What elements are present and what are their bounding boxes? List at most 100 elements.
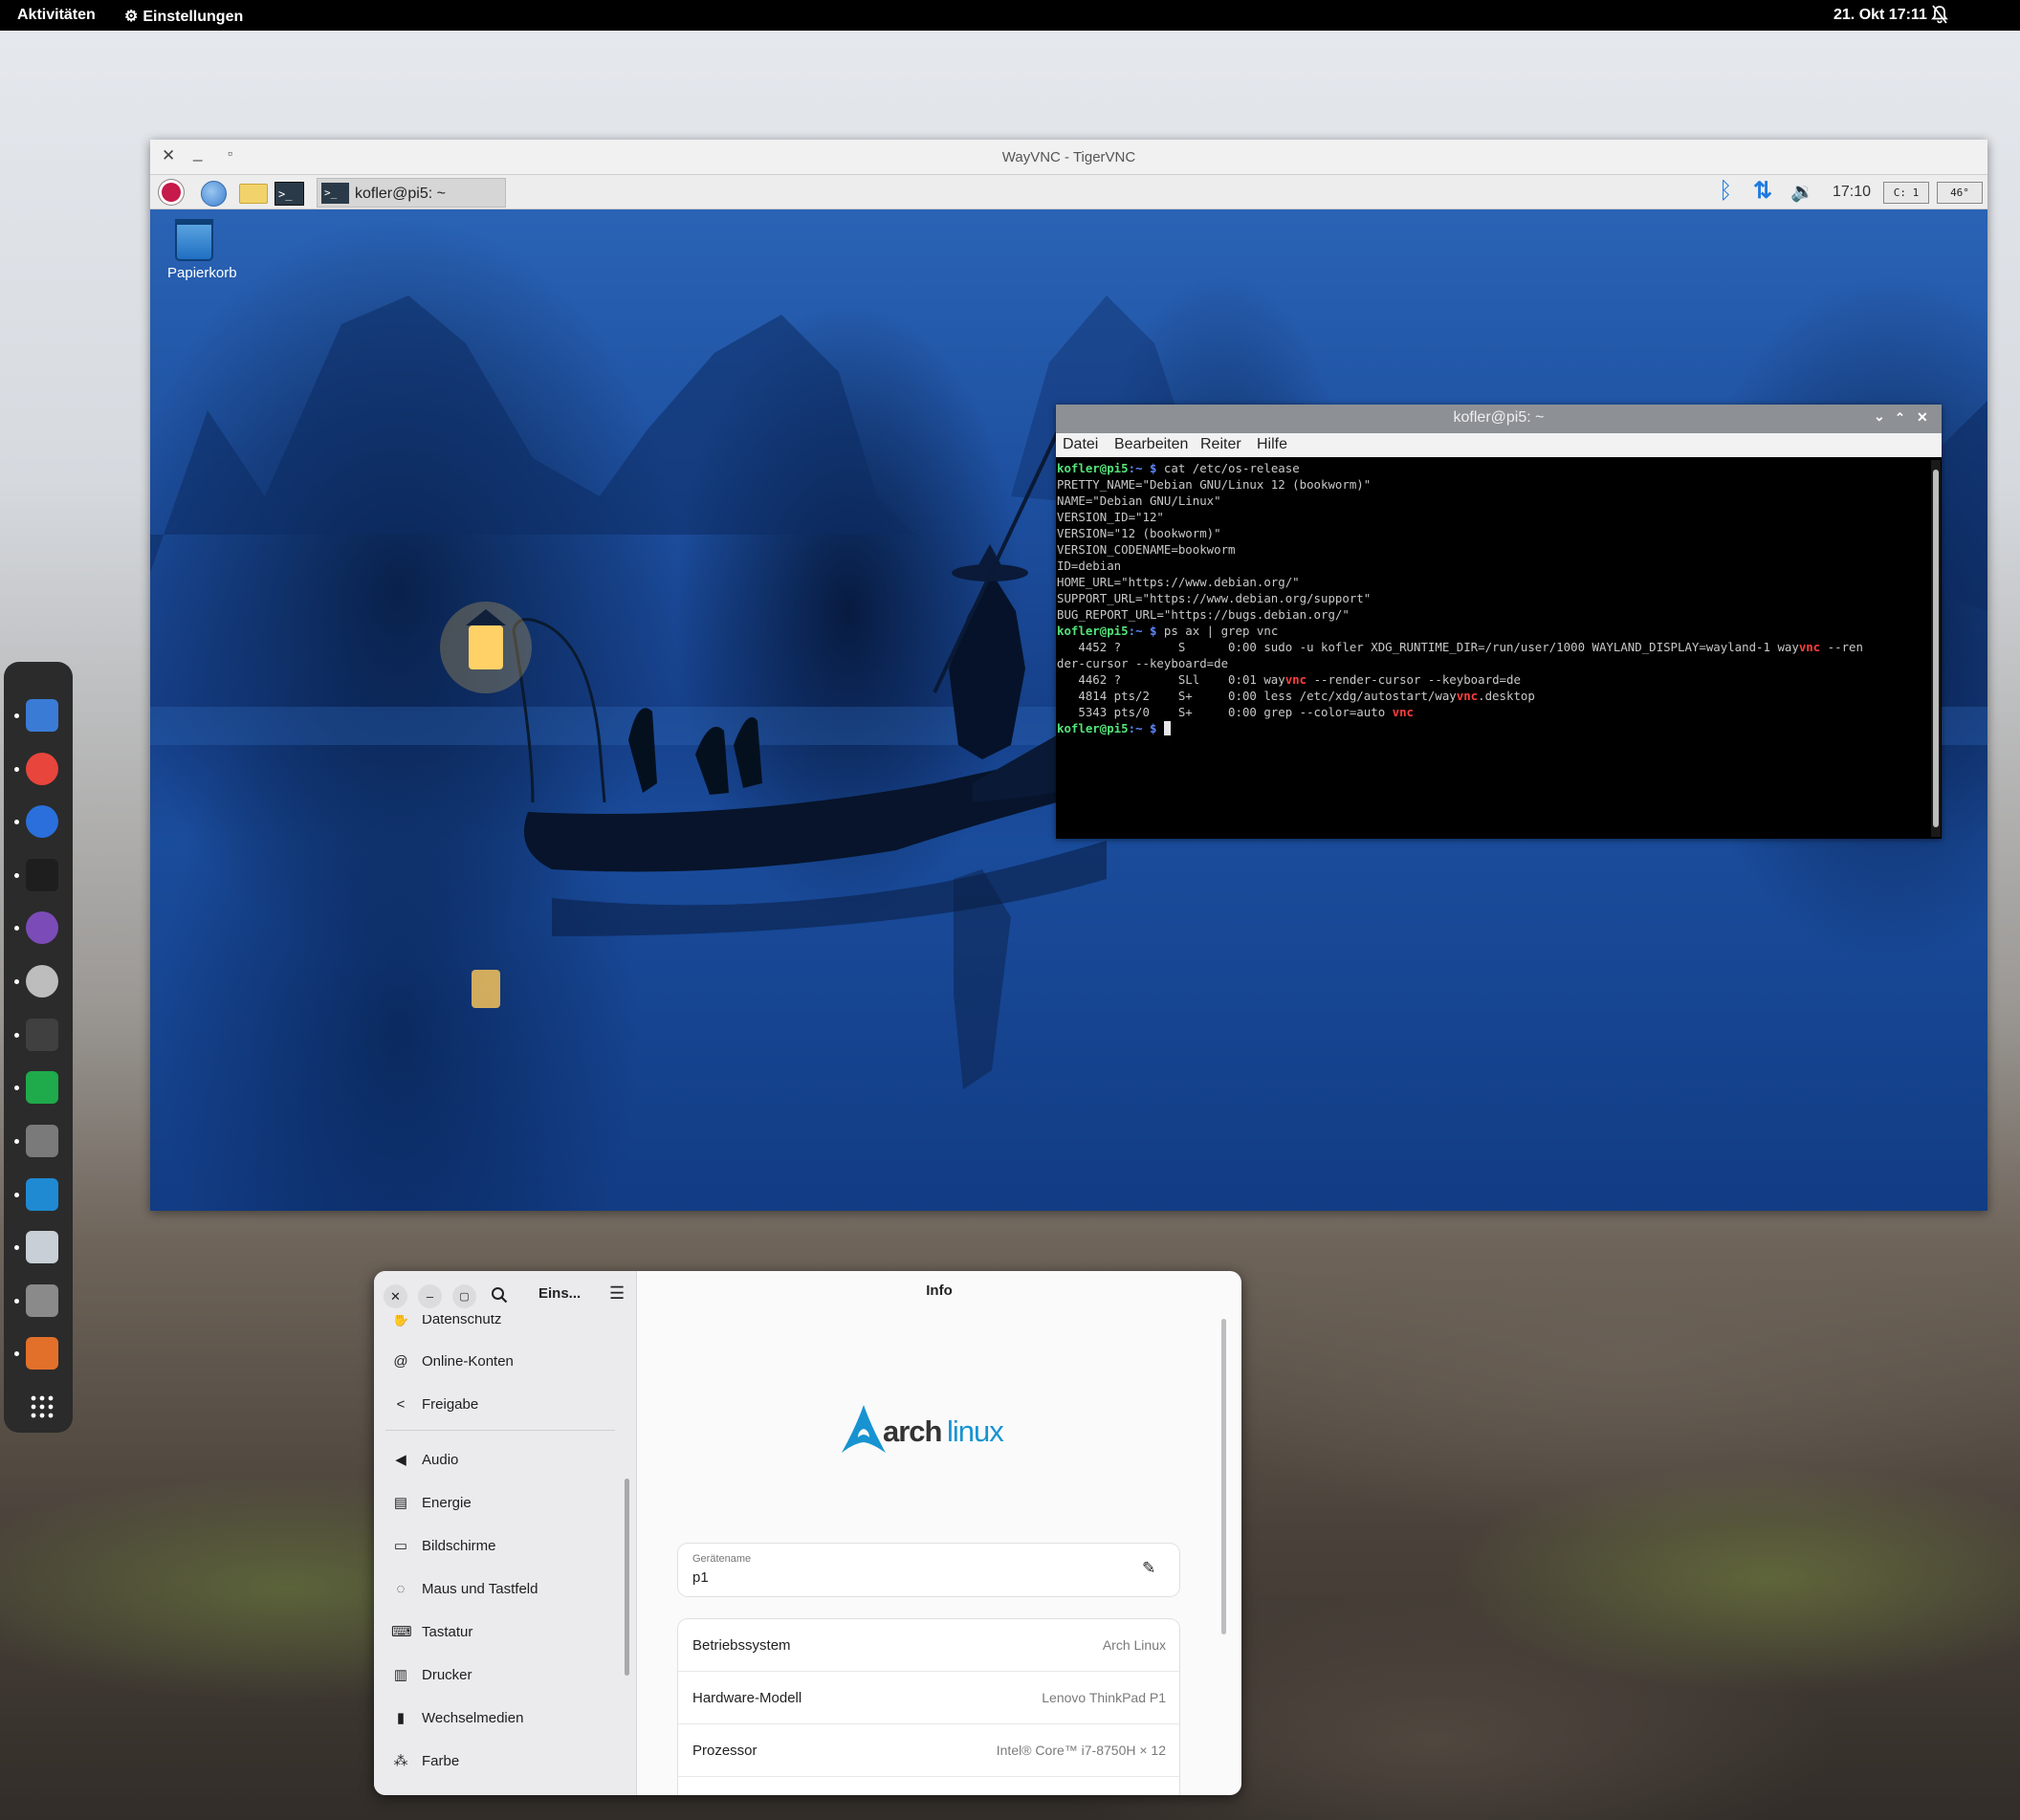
- device-name-card[interactable]: Gerätename p1 ✎: [678, 1544, 1179, 1596]
- dock-app[interactable]: [14, 743, 68, 795]
- dock-app[interactable]: [14, 1221, 68, 1273]
- clock[interactable]: 21. Okt 17:11: [1833, 7, 1927, 24]
- prompt: kofler@pi5:~ $: [1057, 624, 1157, 638]
- lxterminal-menubar: Datei Bearbeiten Reiter Hilfe: [1056, 433, 1942, 457]
- trash-desktop-icon[interactable]: Papierkorb: [167, 219, 237, 281]
- command-line: cat /etc/os-release: [1163, 461, 1300, 475]
- info-row-label: Betriebssystem: [692, 1637, 791, 1654]
- dock-app[interactable]: [14, 1115, 68, 1167]
- sidebar-item[interactable]: ▮ Wechselmedien: [391, 1701, 524, 1734]
- app-icon: [26, 1231, 58, 1263]
- dock-app[interactable]: [14, 902, 68, 954]
- scrollbar-thumb[interactable]: [1933, 470, 1939, 827]
- dock-app[interactable]: [14, 1275, 68, 1327]
- system-info-card: Betriebssystem Arch Linux Hardware-Modell L…: [678, 1619, 1179, 1795]
- file-manager-icon[interactable]: [239, 184, 268, 204]
- dock-app[interactable]: [14, 1327, 68, 1379]
- notifications-off-icon[interactable]: [1931, 5, 1948, 29]
- app-icon: [26, 911, 58, 944]
- app-icon: [26, 965, 58, 998]
- sidebar-item-icon: ▥: [393, 1667, 408, 1683]
- logo-text-arch: arch: [883, 1414, 942, 1448]
- bluetooth-icon[interactable]: ᛒ: [1719, 178, 1732, 205]
- vnc-titlebar[interactable]: ✕ _ ▫ WayVNC - TigerVNC: [150, 140, 1987, 175]
- dock-app[interactable]: [14, 955, 68, 1007]
- sidebar-item[interactable]: ▤ Energie: [391, 1486, 472, 1519]
- menu-item[interactable]: Datei: [1063, 436, 1098, 453]
- sidebar-item-icon: ▮: [396, 1710, 406, 1726]
- app-icon: [26, 859, 58, 891]
- dock-app[interactable]: [14, 849, 68, 901]
- sidebar-scrollbar[interactable]: [625, 1479, 629, 1676]
- trash-label: Papierkorb: [167, 265, 237, 281]
- app-icon: [26, 1019, 58, 1051]
- settings-sidebar: ✕ – ▢ Eins... ☰ ✋ Datenschutz @ Online-Kont…: [374, 1271, 637, 1795]
- menu-item[interactable]: Reiter: [1200, 436, 1241, 453]
- network-icon[interactable]: ⇅: [1753, 177, 1772, 205]
- temp-monitor[interactable]: 46°: [1937, 182, 1983, 204]
- sidebar-item[interactable]: ⁂ Farbe: [391, 1744, 460, 1777]
- sidebar-item[interactable]: ⌨ Tastatur: [391, 1615, 472, 1648]
- lxterminal-title: kofler@pi5: ~: [1453, 409, 1545, 426]
- running-indicator: [14, 767, 19, 772]
- sidebar-item-label: Drucker: [422, 1666, 472, 1683]
- close-button[interactable]: ✕: [384, 1284, 407, 1308]
- terminal-launcher-icon[interactable]: >_: [274, 182, 304, 206]
- panel-header-title: Info: [926, 1283, 953, 1299]
- menu-item[interactable]: Bearbeiten: [1114, 436, 1188, 453]
- app-icon: [26, 805, 58, 838]
- dock-app[interactable]: [14, 1169, 68, 1220]
- app-menu[interactable]: ⚙ Einstellungen: [124, 7, 243, 26]
- dock-app[interactable]: [14, 690, 68, 741]
- maximize-button[interactable]: ▢: [452, 1284, 476, 1308]
- sidebar-item[interactable]: ▥ Drucker: [391, 1658, 472, 1691]
- terminal-output[interactable]: kofler@pi5:~ $ cat /etc/os-release PRETT…: [1057, 460, 1927, 839]
- sidebar-item-label: Farbe: [422, 1752, 460, 1769]
- sidebar-item[interactable]: < Freigabe: [391, 1388, 479, 1420]
- browser-icon[interactable]: [201, 181, 227, 207]
- volume-icon[interactable]: 🔉: [1790, 180, 1814, 204]
- panel-clock[interactable]: 17:10: [1833, 184, 1871, 201]
- gear-icon: ⚙: [124, 9, 139, 25]
- running-indicator: [14, 926, 19, 931]
- lx-maximize-icon[interactable]: ⌃: [1895, 410, 1905, 426]
- sidebar-item[interactable]: ◀ Audio: [391, 1443, 458, 1476]
- lx-minimize-icon[interactable]: ⌄: [1874, 408, 1885, 425]
- lxterminal-titlebar[interactable]: kofler@pi5: ~ ⌄ ⌃ ✕: [1056, 405, 1942, 433]
- search-button[interactable]: [485, 1281, 514, 1309]
- running-indicator: [14, 1085, 19, 1090]
- sidebar-item[interactable]: ✋ Datenschutz: [391, 1315, 502, 1335]
- activities-button[interactable]: Aktivitäten: [17, 7, 96, 24]
- sidebar-item[interactable]: ▭ Bildschirme: [391, 1529, 496, 1562]
- terminal-scrollbar[interactable]: [1931, 460, 1941, 837]
- prompt: kofler@pi5:~ $: [1057, 461, 1157, 475]
- device-name-value: p1: [692, 1569, 709, 1586]
- raspberry-menu-icon[interactable]: [159, 180, 184, 205]
- edit-pencil-icon[interactable]: ✎: [1142, 1559, 1155, 1578]
- content-scrollbar[interactable]: [1221, 1319, 1226, 1634]
- dock-app[interactable]: [14, 1062, 68, 1113]
- taskbar-terminal-task[interactable]: >_ kofler@pi5: ~: [317, 178, 506, 208]
- show-apps-grid-icon[interactable]: [16, 1381, 68, 1433]
- settings-window: ✕ – ▢ Eins... ☰ ✋ Datenschutz @ Online-Kont…: [374, 1271, 1241, 1795]
- cpu-monitor[interactable]: C: 1: [1883, 182, 1929, 204]
- running-indicator: [14, 979, 19, 984]
- menu-item[interactable]: Hilfe: [1257, 436, 1287, 453]
- hamburger-menu-icon[interactable]: ☰: [609, 1283, 625, 1304]
- sidebar-item-icon: ⌨: [391, 1624, 412, 1640]
- lxterminal-window: kofler@pi5: ~ ⌄ ⌃ ✕ Datei Bearbeiten Reite…: [1056, 405, 1942, 839]
- info-row-value: Arch Linux: [1102, 1637, 1166, 1653]
- dock-app[interactable]: [14, 796, 68, 847]
- minimize-button[interactable]: –: [418, 1284, 442, 1308]
- maximize-icon: ▢: [459, 1291, 470, 1303]
- text-cursor: [1163, 721, 1171, 735]
- dock-app[interactable]: [14, 1009, 68, 1061]
- sidebar-item-icon: ✋: [391, 1315, 410, 1327]
- sidebar-item[interactable]: @ Online-Konten: [391, 1345, 514, 1377]
- sidebar-item-label: Online-Konten: [422, 1352, 514, 1370]
- sidebar-item[interactable]: ◌ Maus und Tastfeld: [391, 1572, 538, 1605]
- os-release-output: PRETTY_NAME="Debian GNU/Linux 12 (bookwo…: [1057, 477, 1372, 622]
- lx-close-icon[interactable]: ✕: [1917, 409, 1928, 426]
- sidebar-item-label: Freigabe: [422, 1395, 479, 1413]
- info-row-value: Intel® Core™ i7-8750H × 12: [996, 1743, 1166, 1758]
